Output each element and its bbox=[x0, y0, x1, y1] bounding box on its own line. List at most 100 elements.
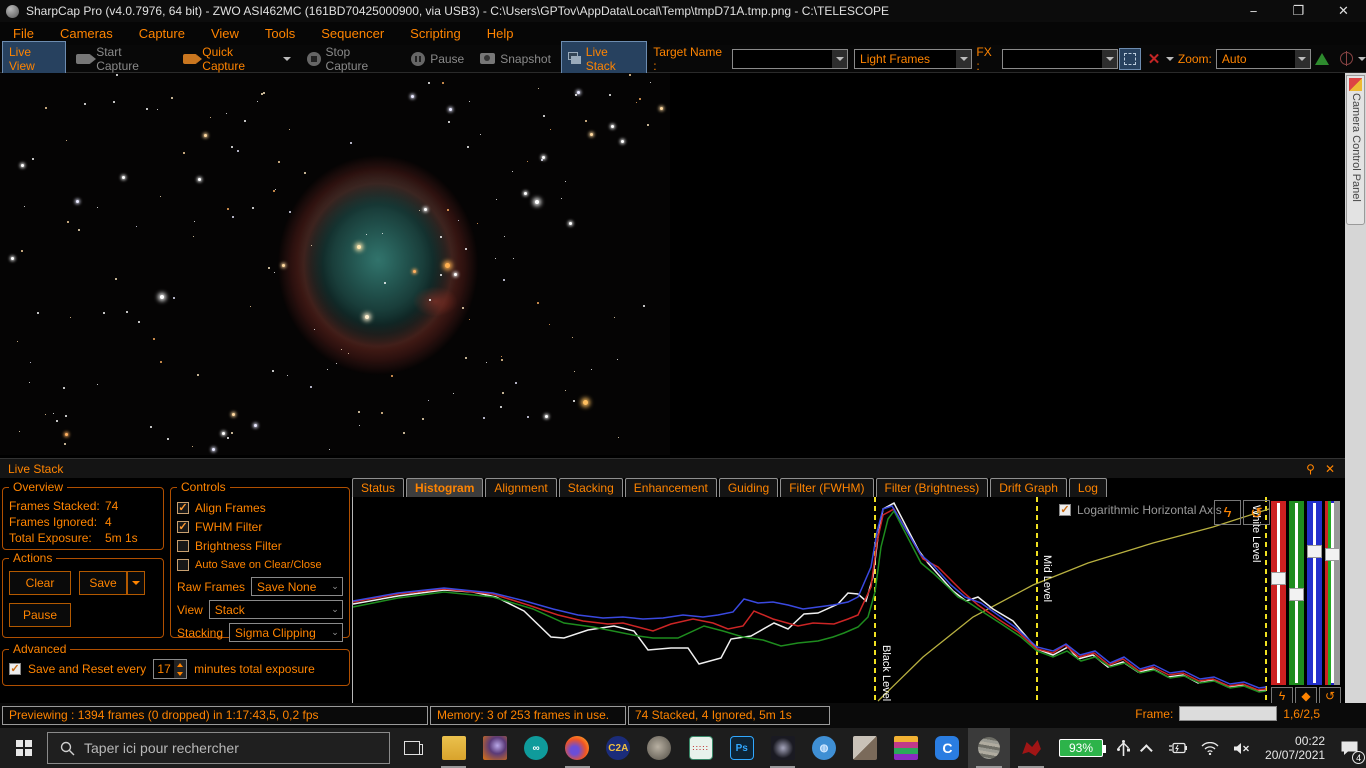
spinner-up-icon[interactable] bbox=[177, 662, 184, 667]
histogram-plot[interactable]: Black Level Mid Level White Level ✓ Loga… bbox=[352, 497, 1345, 704]
taskbar-app-file-explorer[interactable] bbox=[433, 728, 474, 768]
tab-alignment[interactable]: Alignment bbox=[485, 478, 557, 498]
blue-level-slider[interactable] bbox=[1307, 501, 1322, 685]
start-button[interactable] bbox=[0, 728, 47, 768]
green-slider-handle[interactable] bbox=[1289, 588, 1304, 601]
image-display-area[interactable] bbox=[0, 73, 1366, 455]
selection-area-button[interactable] bbox=[1119, 47, 1142, 70]
taskbar-app-spreadsheet[interactable]: ::::: bbox=[680, 728, 721, 768]
taskbar-app-clipchamp[interactable]: C bbox=[927, 728, 968, 768]
tray-apt[interactable] bbox=[1010, 728, 1052, 768]
menu-tools[interactable]: Tools bbox=[252, 26, 308, 41]
taskbar-app-c2a[interactable]: C2A bbox=[598, 728, 639, 768]
taskbar-app-arduino[interactable]: ∞ bbox=[515, 728, 556, 768]
zoom-combo[interactable]: Auto bbox=[1215, 48, 1311, 69]
tab-log[interactable]: Log bbox=[1068, 478, 1107, 498]
menu-scripting[interactable]: Scripting bbox=[397, 26, 474, 41]
chevron-down-icon[interactable] bbox=[1165, 56, 1174, 61]
menu-view[interactable]: View bbox=[198, 26, 252, 41]
taskbar-app-stellarium[interactable]: ◍ bbox=[803, 728, 844, 768]
tab-filter-fwhm[interactable]: Filter (FWHM) bbox=[780, 478, 874, 498]
power-status[interactable] bbox=[1160, 728, 1194, 768]
raw-frames-select[interactable]: Save None ⌄ bbox=[251, 577, 343, 596]
close-button[interactable]: ✕ bbox=[1321, 0, 1366, 22]
menu-capture[interactable]: Capture bbox=[126, 26, 198, 41]
clock[interactable]: 00:22 20/07/2021 bbox=[1257, 728, 1333, 768]
tray-planetarium[interactable] bbox=[968, 728, 1011, 768]
minimize-button[interactable]: − bbox=[1231, 0, 1276, 22]
blue-slider-handle[interactable] bbox=[1307, 545, 1322, 558]
taskbar-app-cartes-du-ciel[interactable] bbox=[639, 728, 680, 768]
green-level-slider[interactable] bbox=[1289, 501, 1304, 685]
task-view-button[interactable] bbox=[390, 728, 433, 768]
minutes-stepper[interactable]: 17 bbox=[153, 659, 188, 679]
taskbar-app-scratch[interactable] bbox=[886, 728, 927, 768]
pause-button[interactable]: Pause bbox=[405, 49, 470, 69]
tab-histogram[interactable]: Histogram bbox=[406, 478, 484, 498]
battery-indicator[interactable]: 93% bbox=[1052, 728, 1110, 768]
tab-drift-graph[interactable]: Drift Graph bbox=[990, 478, 1067, 498]
tab-enhancement[interactable]: Enhancement bbox=[624, 478, 717, 498]
menu-help[interactable]: Help bbox=[474, 26, 527, 41]
view-select[interactable]: Stack ⌄ bbox=[208, 600, 343, 619]
taskbar-app-photos[interactable] bbox=[845, 728, 886, 768]
start-capture-button[interactable]: Start Capture bbox=[70, 42, 172, 76]
save-button[interactable]: Save bbox=[79, 571, 127, 595]
volume-muted[interactable] bbox=[1226, 728, 1257, 768]
all-slider-handle[interactable] bbox=[1325, 548, 1340, 561]
tab-status[interactable]: Status bbox=[352, 478, 405, 498]
tab-guiding[interactable]: Guiding bbox=[718, 478, 779, 498]
auto-save-checkbox[interactable]: Auto Save on Clear/Close bbox=[177, 557, 343, 573]
histogram-button[interactable] bbox=[1312, 48, 1334, 70]
highlight-button[interactable]: ◆ bbox=[1295, 687, 1317, 704]
stacking-select[interactable]: Sigma Clipping ⌄ bbox=[229, 623, 343, 642]
save-reset-checkbox[interactable]: ✓ bbox=[9, 663, 21, 675]
all-level-slider[interactable] bbox=[1325, 501, 1340, 685]
frame-type-combo[interactable]: Light Frames bbox=[854, 48, 973, 69]
fwhm-filter-checkbox[interactable]: ✓ FWHM Filter bbox=[177, 519, 343, 535]
reticle-button[interactable]: ✕ bbox=[1143, 48, 1165, 70]
live-stack-button[interactable]: Live Stack bbox=[560, 40, 648, 77]
snapshot-button[interactable]: Snapshot bbox=[474, 49, 557, 69]
save-dropdown-button[interactable] bbox=[127, 571, 145, 595]
clear-button[interactable]: Clear bbox=[9, 571, 71, 595]
red-slider-handle[interactable] bbox=[1271, 572, 1286, 585]
taskbar-app-sharpcap[interactable] bbox=[474, 728, 515, 768]
menu-file[interactable]: File bbox=[0, 26, 47, 41]
spinner-down-icon[interactable] bbox=[177, 671, 184, 676]
reset-levels-button[interactable]: ↺ bbox=[1319, 687, 1341, 704]
pin-icon[interactable]: ⚲ bbox=[1306, 462, 1315, 476]
chevron-down-icon bbox=[835, 56, 844, 61]
taskbar-app-deepsky[interactable] bbox=[762, 728, 803, 768]
quick-capture-button[interactable]: Quick Capture bbox=[177, 42, 297, 76]
focus-assist-button[interactable] bbox=[1335, 48, 1357, 70]
taskbar-app-photoshop[interactable]: Ps bbox=[721, 728, 762, 768]
camera-control-panel-tab[interactable]: Camera Control Panel bbox=[1346, 75, 1365, 225]
menu-sequencer[interactable]: Sequencer bbox=[308, 26, 397, 41]
notification-center-button[interactable]: 4 bbox=[1333, 728, 1366, 768]
auto-stretch-small-button[interactable]: ϟ bbox=[1271, 687, 1293, 704]
search-input[interactable]: Taper ici pour rechercher bbox=[47, 732, 391, 764]
target-name-combo[interactable] bbox=[731, 48, 849, 69]
fx-combo[interactable] bbox=[1002, 48, 1119, 69]
menu-cameras[interactable]: Cameras bbox=[47, 26, 126, 41]
hidden-icons-button[interactable] bbox=[1137, 728, 1160, 768]
maximize-button[interactable]: ❐ bbox=[1276, 0, 1321, 22]
close-panel-icon[interactable]: ✕ bbox=[1325, 462, 1335, 476]
pause-stack-button[interactable]: Pause bbox=[9, 603, 71, 627]
reset-stretch-button[interactable]: ↺ bbox=[1243, 500, 1270, 525]
taskbar-app-firefox[interactable] bbox=[557, 728, 598, 768]
align-frames-checkbox[interactable]: ✓ Align Frames bbox=[177, 500, 343, 516]
brightness-filter-checkbox[interactable]: Brightness Filter bbox=[177, 538, 343, 554]
usb-device[interactable] bbox=[1110, 728, 1137, 768]
log-axis-checkbox[interactable]: ✓ Logarithmic Horizontal Axis bbox=[1059, 503, 1222, 517]
tab-stacking[interactable]: Stacking bbox=[558, 478, 623, 498]
stop-capture-button[interactable]: Stop Capture bbox=[301, 42, 401, 76]
wifi-status[interactable] bbox=[1194, 728, 1226, 768]
live-view-button[interactable]: Live View bbox=[2, 40, 67, 77]
chevron-down-icon[interactable] bbox=[1357, 56, 1366, 61]
star bbox=[278, 161, 280, 163]
auto-stretch-button[interactable]: ϟ bbox=[1214, 500, 1241, 525]
tab-filter-brightness[interactable]: Filter (Brightness) bbox=[875, 478, 989, 498]
red-level-slider[interactable] bbox=[1271, 501, 1286, 685]
